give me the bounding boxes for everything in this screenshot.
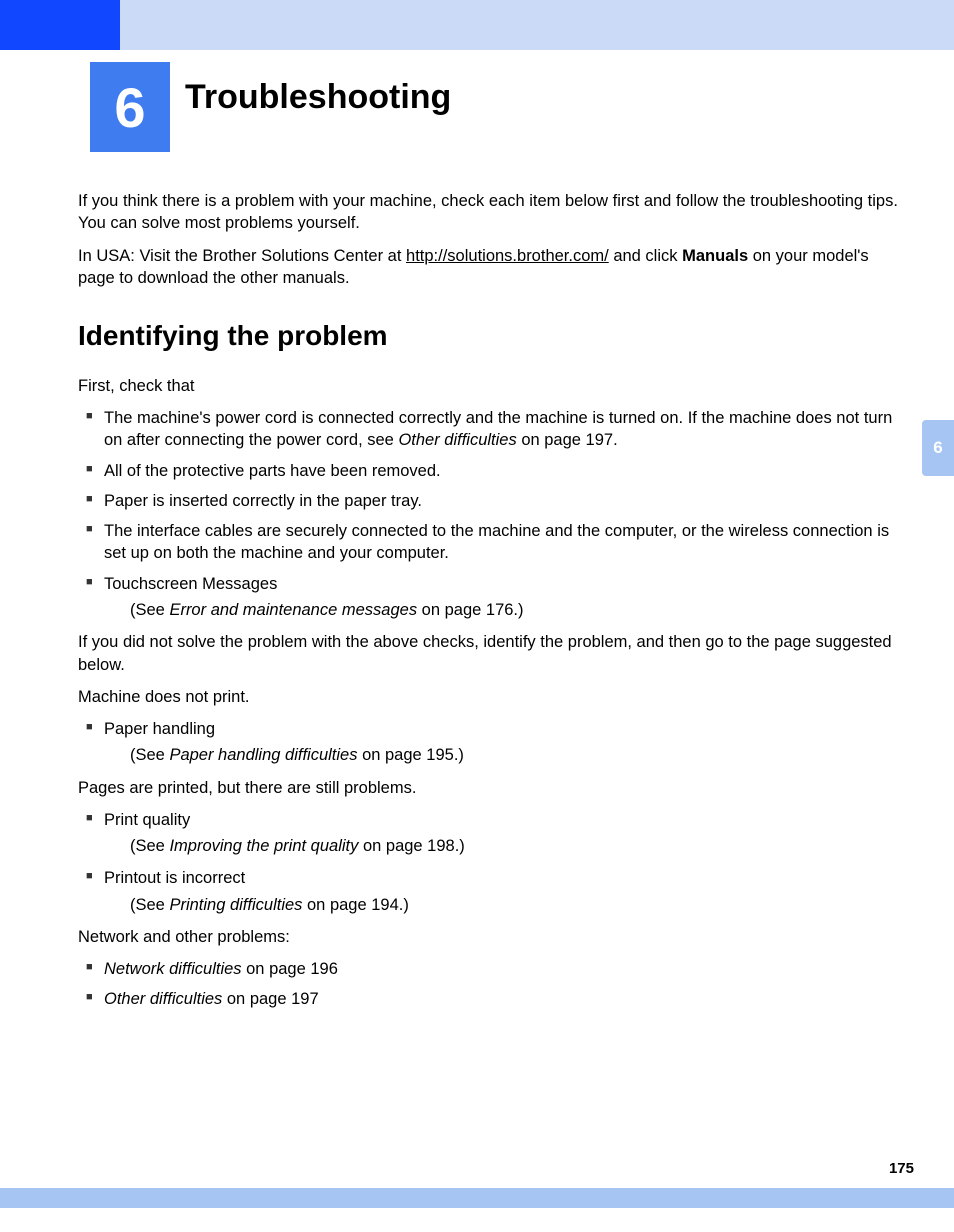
text: Touchscreen Messages bbox=[104, 575, 277, 593]
xref-print-quality[interactable]: Improving the print quality bbox=[169, 837, 358, 855]
list-item: The interface cables are securely connec… bbox=[86, 520, 898, 565]
xref-other-difficulties-2[interactable]: Other difficulties bbox=[104, 990, 222, 1008]
section-heading: Identifying the problem bbox=[78, 317, 898, 355]
intro-paragraph-2: In USA: Visit the Brother Solutions Cent… bbox=[78, 245, 898, 290]
lead-text: First, check that bbox=[78, 375, 898, 397]
text: Print quality bbox=[104, 811, 190, 829]
page-number: 175 bbox=[889, 1160, 914, 1177]
text: and click bbox=[609, 247, 682, 265]
sub-text: (See Printing difficulties on page 194.) bbox=[104, 894, 898, 916]
text: on page 195.) bbox=[357, 746, 463, 764]
list-network: Network difficulties on page 196 Other d… bbox=[78, 958, 898, 1011]
subhead-network: Network and other problems: bbox=[78, 926, 898, 948]
list-pages: Print quality (See Improving the print q… bbox=[78, 809, 898, 916]
text: Printout is incorrect bbox=[104, 869, 245, 887]
sub-text: (See Paper handling difficulties on page… bbox=[104, 744, 898, 766]
header-accent-dark bbox=[0, 0, 120, 50]
list-item: Other difficulties on page 197 bbox=[86, 988, 898, 1010]
xref-network-difficulties[interactable]: Network difficulties bbox=[104, 960, 242, 978]
list-item: The machine's power cord is connected co… bbox=[86, 407, 898, 452]
xref-paper-handling[interactable]: Paper handling difficulties bbox=[169, 746, 357, 764]
checklist: The machine's power cord is connected co… bbox=[78, 407, 898, 621]
list-item: Paper handling (See Paper handling diffi… bbox=[86, 718, 898, 767]
page-content: If you think there is a problem with you… bbox=[78, 190, 898, 1019]
list-item: Touchscreen Messages (See Error and main… bbox=[86, 573, 898, 622]
xref-printing-difficulties[interactable]: Printing difficulties bbox=[169, 896, 302, 914]
text: on page 176.) bbox=[417, 601, 523, 619]
list-item: Network difficulties on page 196 bbox=[86, 958, 898, 980]
manuals-bold: Manuals bbox=[682, 247, 748, 265]
text: on page 198.) bbox=[358, 837, 464, 855]
list-item: Print quality (See Improving the print q… bbox=[86, 809, 898, 858]
text: (See bbox=[130, 746, 169, 764]
solutions-link[interactable]: http://solutions.brother.com/ bbox=[406, 247, 609, 265]
text: Paper handling bbox=[104, 720, 215, 738]
text: (See bbox=[130, 601, 169, 619]
text: on page 197 bbox=[222, 990, 318, 1008]
sub-text: (See Error and maintenance messages on p… bbox=[104, 599, 898, 621]
footer-stripe bbox=[0, 1188, 954, 1208]
subhead-machine: Machine does not print. bbox=[78, 686, 898, 708]
text: on page 196 bbox=[242, 960, 338, 978]
text: (See bbox=[130, 837, 169, 855]
list-item: Printout is incorrect (See Printing diff… bbox=[86, 867, 898, 916]
list-item: Paper is inserted correctly in the paper… bbox=[86, 490, 898, 512]
sub-text: (See Improving the print quality on page… bbox=[104, 835, 898, 857]
xref-error-messages[interactable]: Error and maintenance messages bbox=[169, 601, 417, 619]
xref-other-difficulties[interactable]: Other difficulties bbox=[398, 431, 516, 449]
intro-paragraph-1: If you think there is a problem with you… bbox=[78, 190, 898, 235]
text: In USA: Visit the Brother Solutions Cent… bbox=[78, 247, 406, 265]
chapter-number-box: 6 bbox=[90, 62, 170, 152]
list-machine: Paper handling (See Paper handling diffi… bbox=[78, 718, 898, 767]
text: on page 197. bbox=[517, 431, 618, 449]
header-accent-light bbox=[120, 0, 954, 50]
text: (See bbox=[130, 896, 169, 914]
section-tab: 6 bbox=[922, 420, 954, 476]
list-item: All of the protective parts have been re… bbox=[86, 460, 898, 482]
subhead-pages: Pages are printed, but there are still p… bbox=[78, 777, 898, 799]
chapter-title: Troubleshooting bbox=[185, 78, 451, 117]
text: on page 194.) bbox=[302, 896, 408, 914]
followup-paragraph: If you did not solve the problem with th… bbox=[78, 631, 898, 676]
